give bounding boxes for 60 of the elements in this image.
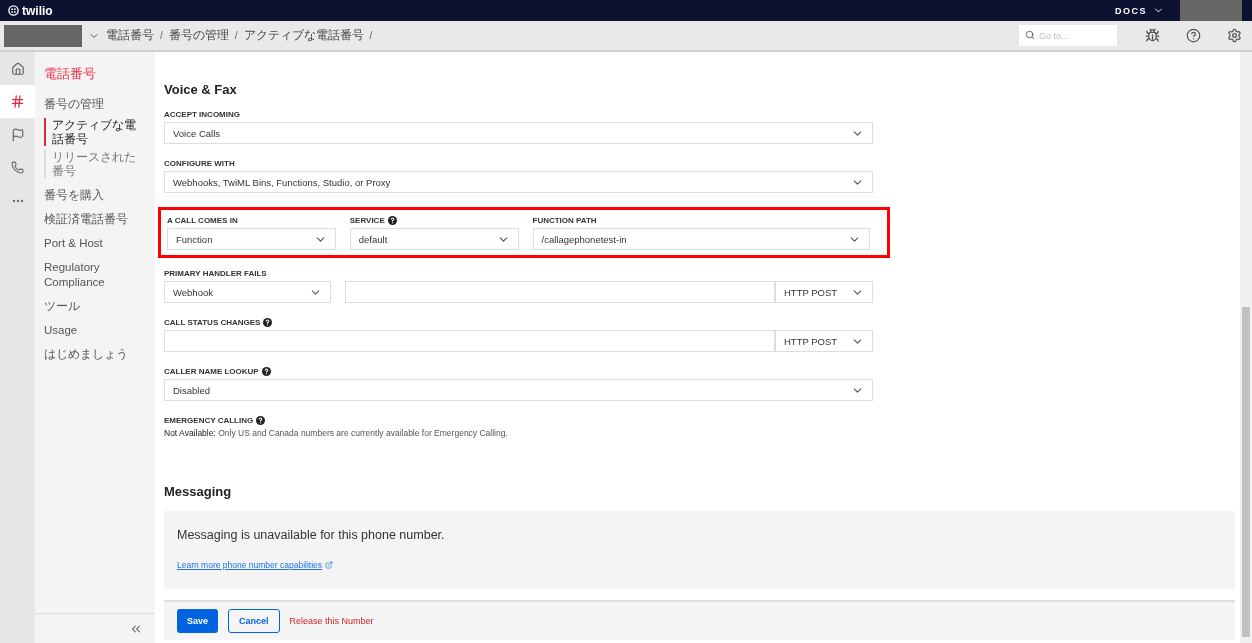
select-field[interactable]: default [349, 228, 519, 250]
search-field[interactable]: Go to... [1019, 25, 1117, 46]
sidebar-subitem[interactable]: アクティブな電話番号 [44, 118, 155, 146]
breadcrumb-separator: / [234, 30, 238, 41]
sidebar-item[interactable]: 番号を購入 [44, 188, 155, 203]
sidebar-item[interactable]: Regulatory Compliance [44, 260, 155, 290]
field-label: ACCEPT INCOMING [164, 109, 240, 119]
help-icon[interactable] [263, 317, 273, 327]
sidebar-item[interactable]: 番号の管理 [44, 97, 155, 112]
help-icon[interactable] [256, 415, 266, 425]
select-field[interactable]: Disabled [164, 379, 873, 401]
help-icon[interactable] [387, 215, 397, 225]
select-field[interactable]: HTTP POST [775, 281, 873, 303]
docs-menu[interactable]: DOCS [1115, 5, 1164, 16]
url-field[interactable] [164, 330, 775, 352]
sidebar-item[interactable]: Usage [44, 323, 155, 338]
info-message: Messaging is unavailable for this phone number. [177, 528, 446, 542]
help-icon[interactable] [1186, 28, 1201, 43]
field-label: CONFIGURE WITH [164, 158, 235, 168]
breadcrumb-separator: / [160, 30, 163, 41]
field-label: FUNCTION PATH [532, 215, 597, 225]
release-link[interactable]: Release this Number [289, 609, 374, 633]
breadcrumb-link[interactable]: 電話番号 [106, 27, 154, 44]
field-label: A CALL COMES IN [167, 215, 238, 225]
project-selector[interactable] [4, 24, 82, 47]
field-label: CALLER NAME LOOKUP [164, 366, 259, 376]
sidebar-item[interactable]: はじめましょう [44, 347, 155, 362]
select-field[interactable]: HTTP POST [775, 330, 873, 352]
save-button[interactable]: Save [177, 609, 219, 633]
select-field[interactable]: Voice Calls [164, 122, 873, 144]
breadcrumb-separator: / [369, 30, 373, 41]
sidebar-item[interactable]: ツール [44, 299, 155, 314]
section-title: Messaging [164, 484, 233, 499]
select-field[interactable]: /callagephonetest-in [532, 228, 870, 250]
field-label: SERVICE [349, 215, 385, 225]
sidebar-item[interactable]: Port & Host [44, 236, 155, 251]
field-label: EMERGENCY CALLING [164, 415, 254, 425]
external-link-icon [325, 561, 334, 569]
sidebar-subitem[interactable]: リリースされた番号 [44, 150, 155, 178]
select-field[interactable]: Webhooks, TwiML Bins, Functions, Studio, or Proxy [164, 171, 873, 193]
url-field[interactable] [345, 281, 775, 303]
section-title: Voice & Fax [164, 82, 238, 97]
settings-icon[interactable] [1227, 28, 1242, 43]
sidebar-item[interactable]: 検証済電話番号 [44, 212, 155, 227]
select-field[interactable]: Webhook [164, 281, 331, 303]
breadcrumb-link[interactable]: アクティブな電話番号 [243, 27, 364, 44]
field-label: CALL STATUS CHANGES [164, 317, 261, 327]
cancel-button[interactable]: Cancel [228, 609, 280, 633]
select-field[interactable]: Function [167, 228, 336, 250]
field-label: PRIMARY HANDLER FAILS [164, 268, 267, 278]
sidebar-title: 電話番号 [44, 65, 97, 83]
search-icon [1025, 30, 1035, 40]
hash-icon[interactable] [0, 85, 35, 118]
logo[interactable]: twilio [8, 3, 53, 18]
learn-more-link[interactable]: Learn more phone number capabilities [177, 560, 334, 570]
scrollbar[interactable] [1240, 52, 1252, 643]
breadcrumb-link[interactable]: 番号の管理 [168, 27, 229, 44]
bug-icon[interactable] [1145, 28, 1160, 43]
help-icon[interactable] [261, 366, 271, 376]
note-text: Not Available: Only US and Canada numbers are currently available for Emergency Calling. [164, 428, 509, 438]
